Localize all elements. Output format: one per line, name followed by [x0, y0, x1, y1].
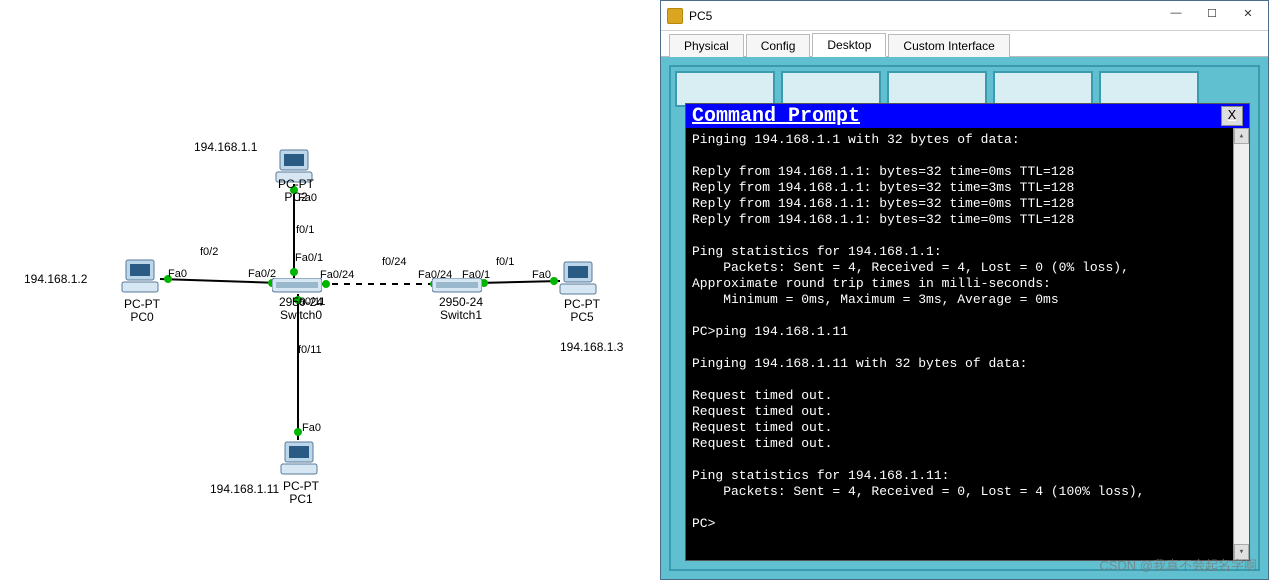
command-prompt-close-button[interactable]: X	[1221, 106, 1243, 126]
label-pc0: PC-PTPC0	[112, 298, 172, 324]
port-f011: f0/11	[298, 344, 322, 356]
port-pc5-fa0: Fa0	[532, 269, 551, 281]
command-prompt-text: Pinging 194.168.1.1 with 32 bytes of dat…	[692, 132, 1144, 531]
ip-pc0: 194.168.1.2	[24, 272, 87, 286]
tab-config[interactable]: Config	[746, 34, 811, 57]
desktop-pane: Command Prompt X Pinging 194.168.1.1 wit…	[661, 57, 1268, 579]
label-pc5: PC-PTPC5	[552, 298, 612, 324]
command-prompt-window: Command Prompt X Pinging 194.168.1.1 wit…	[685, 103, 1250, 561]
scrollbar[interactable]: ▴▾	[1233, 128, 1249, 560]
command-prompt-titlebar[interactable]: Command Prompt X	[686, 104, 1249, 128]
label-pc2: PC-PTPC2	[266, 178, 326, 204]
network-topology-canvas[interactable]: PC-PTPC2 PC-PTPC0 PC-PTPC1 PC-PTPC5 2950…	[0, 0, 660, 580]
watermark: CSDN @我真不会起名字啊	[1099, 555, 1257, 574]
minimize-button[interactable]: —	[1158, 1, 1194, 25]
port-sw1-fa01: Fa0/1	[462, 269, 490, 281]
label-pc1: PC-PTPC1	[271, 480, 331, 506]
port-sw0-fa01: Fa0/1	[295, 252, 323, 264]
app-icon	[667, 8, 683, 24]
port-f01b: f0/1	[496, 256, 514, 268]
close-button[interactable]: ✕	[1230, 1, 1266, 25]
port-sw0-fa02: Fa0/2	[248, 268, 276, 280]
command-prompt-title: Command Prompt	[692, 105, 860, 128]
port-pc1-fa0: Fa0	[302, 422, 321, 434]
port-f02: f0/2	[200, 246, 218, 258]
label-switch1: 2950-24Switch1	[416, 296, 506, 322]
tab-physical[interactable]: Physical	[669, 34, 744, 57]
tab-desktop[interactable]: Desktop	[812, 33, 886, 57]
tab-strip: Physical Config Desktop Custom Interface	[661, 31, 1268, 57]
desktop-app-icon[interactable]	[675, 71, 775, 107]
port-pc0-fa0: Fa0	[168, 268, 187, 280]
desktop-app-icon[interactable]	[887, 71, 987, 107]
maximize-button[interactable]: ☐	[1194, 1, 1230, 25]
port-sw0-fa011: Fa0/11	[292, 296, 325, 308]
port-pc2-fa0: Fa0	[298, 192, 317, 204]
port-f01: f0/1	[296, 224, 314, 236]
desktop-app-icon[interactable]	[781, 71, 881, 107]
port-sw1-fa024: Fa0/24	[418, 269, 452, 281]
ip-pc5: 194.168.1.3	[560, 340, 623, 354]
desktop-app-icon[interactable]	[993, 71, 1093, 107]
port-f024: f0/24	[382, 256, 406, 268]
pc5-window: PC5 — ☐ ✕ Physical Config Desktop Custom…	[660, 0, 1269, 580]
titlebar[interactable]: PC5 — ☐ ✕	[661, 1, 1268, 31]
window-title: PC5	[689, 9, 1158, 23]
scroll-up-icon[interactable]: ▴	[1234, 128, 1249, 144]
desktop-app-icon[interactable]	[1099, 71, 1199, 107]
port-sw0-fa024: Fa0/24	[320, 269, 354, 281]
tab-custom-interface[interactable]: Custom Interface	[888, 34, 1009, 57]
ip-pc1: 194.168.1.11	[210, 482, 279, 496]
command-prompt-body[interactable]: Pinging 194.168.1.1 with 32 bytes of dat…	[686, 128, 1249, 560]
ip-pc2: 194.168.1.1	[194, 140, 257, 154]
